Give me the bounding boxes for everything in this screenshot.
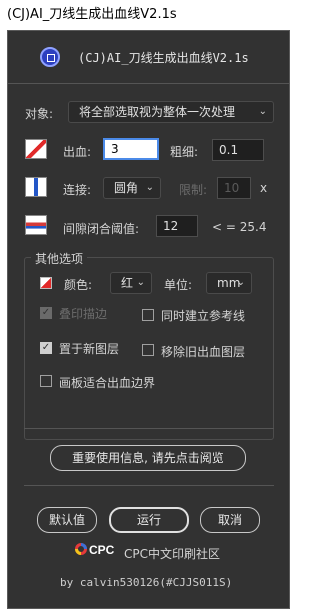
default-button[interactable]: 默认值 <box>37 507 97 533</box>
ref-layer-checkbox[interactable] <box>142 309 154 321</box>
chevron-down-icon: ⌄ <box>145 182 154 193</box>
cpc-logo-icon: CPC <box>75 543 114 557</box>
run-button[interactable]: 运行 <box>109 507 189 533</box>
important-info-button[interactable]: 重要使用信息, 请先点击阅览 <box>50 445 246 471</box>
object-dropdown[interactable]: 将全部选取视为整体一次处理 ⌄ <box>68 101 274 123</box>
color-swatch <box>40 277 52 289</box>
color-dropdown[interactable]: 红 ⌄ <box>110 272 152 294</box>
limit-suffix: x <box>260 181 268 195</box>
gap-input[interactable]: 12 <box>156 215 198 237</box>
connect-dropdown[interactable]: 圆角 ⌄ <box>103 177 161 199</box>
credit-text: by calvin530126(#CJJS011S) <box>60 576 233 589</box>
chevron-down-icon: ⌄ <box>236 277 245 288</box>
chevron-down-icon: ⌄ <box>136 277 145 288</box>
bleed-label: 出血: <box>63 145 92 159</box>
script-panel: (CJ)AI_刀线生成出血线V2.1s 对象: 将全部选取视为整体一次处理 ⌄ … <box>7 30 290 609</box>
object-label: 对象: <box>25 107 54 121</box>
remove-old-label: 移除旧出血图层 <box>161 345 246 359</box>
cancel-button[interactable]: 取消 <box>200 507 260 533</box>
connect-label: 连接: <box>63 183 92 197</box>
connect-dropdown-value: 圆角 <box>114 181 139 195</box>
unit-dropdown[interactable]: mm ⌄ <box>206 272 252 294</box>
panel-title: (CJ)AI_刀线生成出血线V2.1s <box>78 51 249 65</box>
ref-layer-label: 同时建立参考线 <box>161 309 246 323</box>
connect-tool-icon[interactable] <box>25 177 47 197</box>
bleed-input[interactable]: 3 <box>103 138 159 160</box>
object-dropdown-value: 将全部选取视为整体一次处理 <box>79 105 236 119</box>
bleed-tool-icon[interactable] <box>25 139 47 159</box>
window-title: (CJ)AI_刀线生成出血线V2.1s <box>0 0 297 30</box>
overprint-checkbox[interactable]: ✓ <box>40 307 52 319</box>
gap-note: < = 25.4 <box>212 220 267 234</box>
other-options-title: 其他选项 <box>31 250 88 267</box>
cpc-brand-text: CPC <box>89 543 114 557</box>
overprint-label: 叠印描边 <box>59 307 108 321</box>
color-dropdown-value: 红 <box>121 276 134 290</box>
gap-tool-icon[interactable] <box>25 215 47 235</box>
color-label: 颜色: <box>64 278 93 292</box>
unit-label: 单位: <box>164 278 193 292</box>
new-layer-label: 置于新图层 <box>59 342 120 356</box>
limit-label: 限制: <box>179 183 208 197</box>
buttons-divider <box>24 485 274 486</box>
gap-label: 间隙闭合阈值: <box>63 222 140 236</box>
new-layer-checkbox[interactable]: ✓ <box>40 342 52 354</box>
community-name: CPC中文印刷社区 <box>124 547 220 561</box>
limit-input[interactable]: 10 <box>217 177 251 199</box>
group-bottom-divider <box>24 428 274 429</box>
thickness-label: 粗细: <box>170 145 199 159</box>
chevron-down-icon: ⌄ <box>258 106 267 117</box>
header-divider <box>8 83 289 84</box>
fit-artboard-label: 画板适合出血边界 <box>59 376 156 390</box>
remove-old-checkbox[interactable] <box>142 344 154 356</box>
fit-artboard-checkbox[interactable] <box>40 375 52 387</box>
thickness-input[interactable]: 0.1 <box>212 139 264 161</box>
ai-badge-icon <box>40 47 60 67</box>
